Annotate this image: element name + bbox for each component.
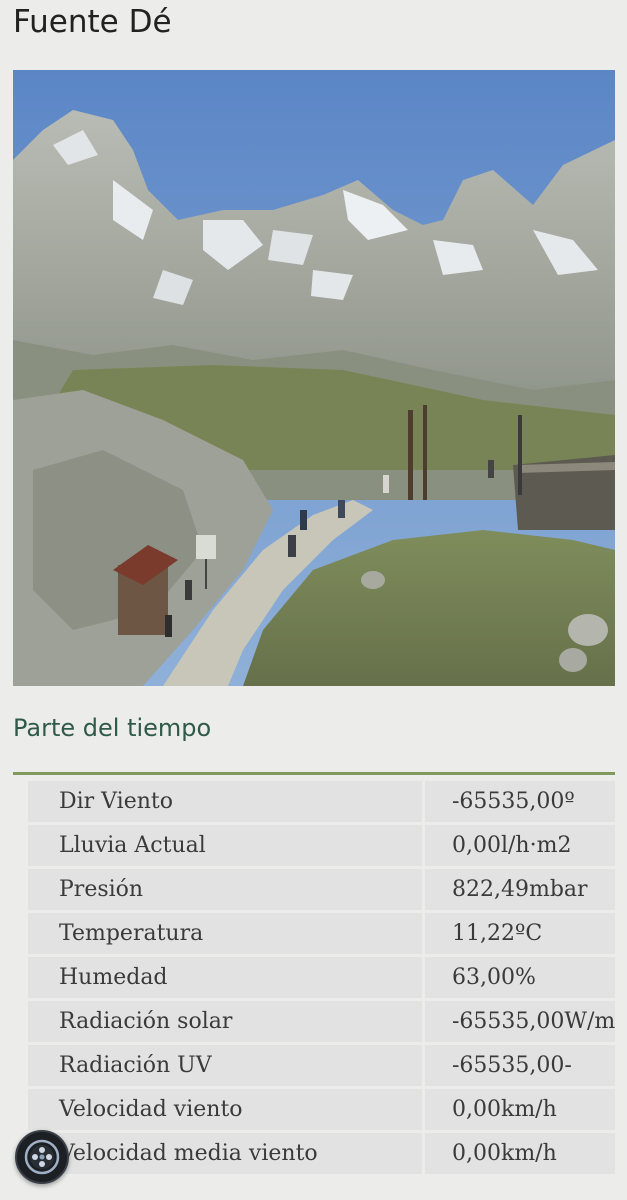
- mountain-landscape-picture: [13, 70, 615, 686]
- weather-label: Temperatura: [28, 913, 422, 954]
- weather-value: 0,00l/h·m2: [425, 825, 615, 866]
- weather-label: Humedad: [28, 957, 422, 998]
- weather-label: Lluvia Actual: [28, 825, 422, 866]
- weather-table: Dir Viento -65535,00º Lluvia Actual 0,00…: [28, 781, 615, 1177]
- weather-value: -65535,00º: [425, 781, 615, 822]
- weather-label: Velocidad viento: [28, 1089, 422, 1130]
- weather-value: -65535,00-: [425, 1045, 615, 1086]
- page-title: Fuente Dé: [13, 4, 172, 40]
- weather-label: Dir Viento: [28, 781, 422, 822]
- table-row: Radiación UV -65535,00-: [28, 1045, 615, 1086]
- section-divider: [13, 772, 615, 775]
- weather-report-heading: Parte del tiempo: [13, 714, 212, 742]
- weather-label: Radiación solar: [28, 1001, 422, 1042]
- table-row: Radiación solar -65535,00W/m: [28, 1001, 615, 1042]
- weather-value: -65535,00W/m: [425, 1001, 615, 1042]
- weather-value: 822,49mbar: [425, 869, 615, 910]
- table-row: Temperatura 11,22ºC: [28, 913, 615, 954]
- webcam-image[interactable]: [13, 70, 615, 686]
- table-row: Lluvia Actual 0,00l/h·m2: [28, 825, 615, 866]
- table-row: Velocidad media viento 0,00km/h: [28, 1133, 615, 1174]
- weather-value: 11,22ºC: [425, 913, 615, 954]
- table-row: Presión 822,49mbar: [28, 869, 615, 910]
- table-row: Humedad 63,00%: [28, 957, 615, 998]
- weather-value: 0,00km/h: [425, 1089, 615, 1130]
- weather-value: 63,00%: [425, 957, 615, 998]
- assistive-touch-button[interactable]: [15, 1130, 69, 1184]
- weather-label: Radiación UV: [28, 1045, 422, 1086]
- assistive-touch-icon: [24, 1139, 60, 1175]
- table-row: Velocidad viento 0,00km/h: [28, 1089, 615, 1130]
- weather-label: Velocidad media viento: [28, 1133, 422, 1174]
- weather-value: 0,00km/h: [425, 1133, 615, 1174]
- table-row: Dir Viento -65535,00º: [28, 781, 615, 822]
- weather-label: Presión: [28, 869, 422, 910]
